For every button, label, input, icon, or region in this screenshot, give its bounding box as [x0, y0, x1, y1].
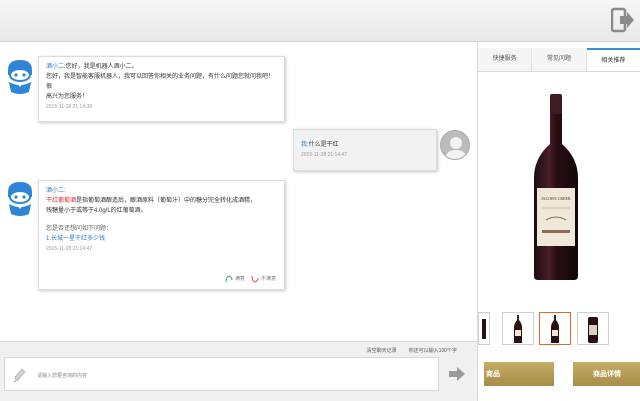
exit-button[interactable] [606, 0, 640, 40]
message-sender: 我: [301, 142, 309, 148]
send-arrow-icon [449, 367, 465, 381]
input-tools: 清空聊天记录 你还可以输入100个字 [367, 347, 457, 354]
tab-quick-service[interactable]: 快捷服务 [478, 48, 533, 71]
unsatisfied-icon [251, 275, 259, 283]
robot-avatar-icon [5, 58, 35, 98]
chat-area: 酒小二:您好，我是机器人酒小二。 您好，我是智能客服机器人，我可以回答你相关的业… [0, 42, 477, 341]
message-bot-answer: 酒小二: 干红葡萄酒是指葡萄酒酿造后，酿酒原料（葡萄汁）中的糖分完全转化成酒精，… [38, 180, 285, 290]
thumbnail-item-active[interactable] [539, 312, 571, 345]
message-bot-greeting: 酒小二:您好，我是机器人酒小二。 您好，我是智能客服机器人，我可以回答你相关的业… [38, 56, 285, 122]
satisfied-icon [225, 275, 233, 283]
side-tabs: 快捷服务 常见问题 相关推荐 [478, 48, 640, 72]
clear-history-button[interactable]: 清空聊天记录 [367, 347, 397, 354]
pen-icon [13, 368, 26, 383]
input-area: 清空聊天记录 你还可以输入100个字 请输入您要咨询的内容 [0, 341, 477, 401]
char-counter: 你还可以输入100个字 [408, 348, 457, 354]
message-time: 2015-11-28 21:14:47 [301, 152, 348, 158]
thumbnail-item[interactable] [502, 312, 534, 345]
message-text: 您好，我是智能客服机器人，我可以回答你相关的业务问题，有什么问题您就问我吧！很 [46, 74, 275, 90]
message-text: 残糖量小于或等于4.0g/L的红葡萄酒。 [46, 208, 147, 214]
thumbnail-item[interactable] [478, 312, 490, 345]
exit-icon [611, 7, 634, 33]
tab-recommendations[interactable]: 相关推荐 [586, 48, 640, 71]
send-button[interactable] [446, 364, 468, 384]
message-input-placeholder: 请输入您要咨询的内容 [37, 373, 88, 379]
related-prompt: 您是否还想问如下问题： [46, 226, 113, 232]
user-avatar-icon [440, 130, 470, 160]
thumbnail-strip [478, 310, 640, 350]
feedback-group: 满意 不满意 [225, 274, 276, 284]
message-text: 您好，我是机器人酒小二。 [65, 64, 138, 70]
message-text: 高兴为您服务！ [46, 94, 89, 100]
highlight-term: 干红葡萄酒 [46, 198, 77, 204]
side-panel: 快捷服务 常见问题 相关推荐 JACOB'S CREEK 商品 商品详情 [477, 42, 640, 401]
message-time: 2015-11-28 21:14:47 [46, 246, 93, 252]
message-input[interactable]: 请输入您要咨询的内容 [4, 357, 439, 391]
tab-faq[interactable]: 常见问题 [532, 48, 587, 71]
unsatisfied-button[interactable]: 不满意 [251, 274, 276, 284]
message-user: 我:什么是干红 2015-11-28 21:14:47 [293, 129, 437, 171]
message-time: 2015-11-28 21:14:38 [46, 104, 93, 110]
product-image[interactable]: JACOB'S CREEK [528, 94, 584, 280]
message-sender: 酒小二: [46, 64, 66, 70]
product-button[interactable]: 商品 [484, 362, 554, 386]
wine-label-text: JACOB'S CREEK [541, 196, 571, 201]
related-question-link[interactable]: 1.长城一星干红多少钱 [46, 234, 277, 244]
message-text: 什么是干红 [308, 142, 339, 148]
message-text: 是指葡萄酒酿造后，酿酒原料（葡萄汁）中的糖分完全转化成酒精， [76, 198, 257, 204]
satisfied-button[interactable]: 满意 [225, 274, 245, 284]
thumbnail-item[interactable] [577, 312, 609, 345]
robot-avatar-icon [5, 180, 35, 220]
message-sender: 酒小二: [46, 188, 66, 194]
top-bar [0, 0, 640, 42]
product-detail-button[interactable]: 商品详情 [573, 362, 640, 386]
